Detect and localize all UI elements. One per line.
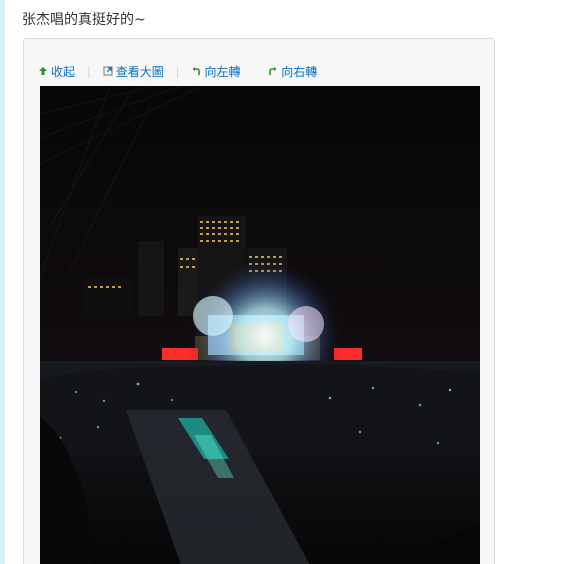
- rotate-left-label: 向左轉: [204, 64, 241, 79]
- external-link-icon: [103, 66, 113, 76]
- media-toolbar: 收起 | 查看大圖 | 向左轉 向右轉: [38, 62, 317, 80]
- left-rail: [0, 0, 5, 564]
- media-box: 收起 | 查看大圖 | 向左轉 向右轉: [23, 38, 495, 564]
- rotate-left-button[interactable]: 向左轉: [191, 63, 240, 80]
- rotate-right-button[interactable]: 向右轉: [268, 63, 317, 80]
- concert-photo[interactable]: [40, 86, 480, 564]
- rotate-left-icon: [191, 66, 201, 76]
- view-large-button[interactable]: 查看大圖: [103, 63, 164, 80]
- arrow-up-icon: [38, 66, 48, 76]
- collapse-label: 收起: [51, 64, 76, 79]
- weibo-post-page: 张杰唱的真挺好的~ 收起 | 查看大圖 | 向左轉 向右轉: [0, 0, 575, 564]
- toolbar-separator: |: [87, 64, 91, 78]
- collapse-button[interactable]: 收起: [38, 63, 75, 80]
- concert-photo-drawing: [40, 86, 480, 564]
- post-text: 张杰唱的真挺好的~: [22, 12, 146, 28]
- toolbar-separator: |: [175, 64, 180, 78]
- view-large-label: 查看大圖: [115, 64, 164, 79]
- crowd: [40, 364, 480, 456]
- rotate-right-label: 向右轉: [281, 64, 318, 79]
- rotate-right-icon: [268, 66, 278, 76]
